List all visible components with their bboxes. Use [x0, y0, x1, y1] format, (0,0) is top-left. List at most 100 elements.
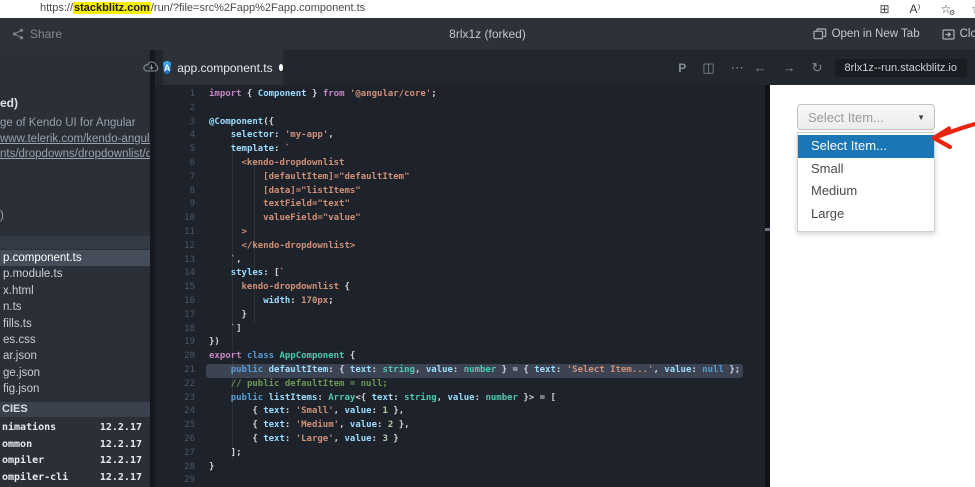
code-line[interactable]: 27 ];	[155, 447, 765, 461]
code-text: <kendo-dropdownlist	[209, 157, 344, 171]
dependency-item[interactable]: ompiler12.2.17	[0, 453, 150, 470]
indent-guide	[254, 157, 255, 323]
code-line[interactable]: 3@Component({	[155, 116, 765, 130]
code-line[interactable]: 14 styles: [`	[155, 267, 765, 281]
dropdown-option[interactable]: Medium	[798, 180, 934, 203]
code-line[interactable]: 23 public listItems: Array<{ text: strin…	[155, 392, 765, 406]
dropdown-selected-value: Select Item...	[798, 110, 917, 125]
code-line[interactable]: 16 width: 170px;	[155, 295, 765, 309]
dependency-name: nimations	[2, 420, 56, 437]
code-text: >	[209, 226, 247, 240]
line-number: 19	[155, 336, 209, 350]
code-line[interactable]: 17 }	[155, 309, 765, 323]
code-line[interactable]: 6 <kendo-dropdownlist	[155, 157, 765, 171]
code-line[interactable]: 4 selector: 'my-app',	[155, 129, 765, 143]
code-line[interactable]: 2	[155, 102, 765, 116]
line-number: 28	[155, 461, 209, 475]
dependency-item[interactable]: ompiler-cli12.2.17	[0, 470, 150, 487]
browser-address-bar[interactable]: https://stackblitz.com/run/?file=src%2Fa…	[0, 0, 975, 19]
close-button[interactable]: Close	[942, 28, 975, 40]
url-path: /run/?file=src%2Fapp%2Fapp.component.ts	[151, 2, 365, 14]
code-text: import { Component } from '@angular/core…	[209, 88, 437, 102]
split-editor-icon[interactable]: ◫	[702, 60, 714, 76]
indent-guide	[232, 129, 233, 460]
line-number: 22	[155, 378, 209, 392]
docs-link-line-1[interactable]: www.telerik.com/kendo-angular-	[0, 133, 155, 145]
stackblitz-header: Share 8rlx1z (forked) Open in New Tab Cl…	[0, 18, 975, 50]
edge-star-icon[interactable]: ☆	[971, 3, 975, 15]
code-line[interactable]: 7 [defaultItem]="defaultItem"	[155, 171, 765, 185]
code-line[interactable]: 1import { Component } from '@angular/cor…	[155, 88, 765, 102]
file-item[interactable]: x.html	[0, 283, 150, 299]
code-line[interactable]: 24 { text: 'Small', value: 1 },	[155, 405, 765, 419]
code-text: @Component({	[209, 116, 274, 130]
code-line[interactable]: 5 template: `	[155, 143, 765, 157]
dropdown-option[interactable]: Small	[798, 158, 934, 181]
file-item[interactable]: ar.json	[0, 348, 150, 364]
code-line[interactable]: 22 // public defaultItem = null;	[155, 378, 765, 392]
more-options-icon[interactable]: ⋯	[731, 60, 744, 76]
code-line[interactable]: 13 `,	[155, 254, 765, 268]
line-number: 7	[155, 171, 209, 185]
file-item[interactable]: fills.ts	[0, 316, 150, 332]
code-line[interactable]: 21 public defaultItem: { text: string, v…	[155, 364, 765, 378]
dependency-version: 12.2.17	[100, 437, 142, 454]
dependency-item[interactable]: ommon12.2.17	[0, 437, 150, 454]
line-number: 29	[155, 474, 209, 487]
cloud-download-icon[interactable]	[143, 60, 160, 73]
unsaved-indicator-dot	[279, 64, 283, 71]
code-line[interactable]: 8 [data]="listItems"	[155, 185, 765, 199]
files-section-header	[0, 236, 150, 249]
read-aloud-icon[interactable]: A⁾	[910, 3, 921, 15]
file-item[interactable]: n.ts	[0, 299, 150, 315]
url-highlighted-domain: stackblitz.com	[73, 2, 151, 14]
preview-refresh-icon[interactable]: ↻	[812, 60, 823, 76]
code-line[interactable]: 12 </kendo-dropdownlist>	[155, 240, 765, 254]
code-line[interactable]: 15 kendo-dropdownlist {	[155, 281, 765, 295]
url-prefix: https://	[40, 2, 73, 14]
code-line[interactable]: 29	[155, 474, 765, 487]
code-editor[interactable]: 1import { Component } from '@angular/cor…	[155, 85, 765, 487]
open-in-new-tab-button[interactable]: Open in New Tab	[813, 28, 920, 40]
dropdown-popup: Select Item...SmallMediumLarge	[797, 132, 935, 232]
code-line[interactable]: 19})	[155, 336, 765, 350]
code-line[interactable]: 20export class AppComponent {	[155, 350, 765, 364]
code-text: ];	[209, 447, 242, 461]
favorites-icon[interactable]: ☆⚙	[940, 3, 951, 15]
dropdown-option[interactable]: Large	[798, 203, 934, 226]
code-line[interactable]: 26 { text: 'Large', value: 3 }	[155, 433, 765, 447]
file-item[interactable]: es.css	[0, 332, 150, 348]
file-item[interactable]: ge.json	[0, 365, 150, 381]
dependency-version: 12.2.17	[100, 420, 142, 437]
file-item[interactable]: fig.json	[0, 381, 150, 397]
line-number: 6	[155, 157, 209, 171]
code-text: }	[209, 461, 214, 475]
tab-app-component-ts[interactable]: A app.component.ts	[163, 50, 283, 85]
dropdown-option-selected[interactable]: Select Item...	[798, 135, 934, 158]
split-screen-icon[interactable]: ⊞	[879, 3, 889, 15]
file-item[interactable]: p.component.ts	[0, 250, 150, 266]
page-url[interactable]: https://stackblitz.com/run/?file=src%2Fa…	[40, 2, 365, 14]
code-text: { text: 'Small', value: 1 },	[209, 405, 404, 419]
prettier-button[interactable]: P	[678, 61, 686, 75]
line-number: 16	[155, 295, 209, 309]
preview-forward-icon[interactable]: →	[783, 60, 796, 75]
line-number: 11	[155, 226, 209, 240]
code-text: public listItems: Array<{ text: string, …	[209, 392, 556, 406]
preview-back-icon[interactable]: ←	[754, 60, 767, 75]
code-line[interactable]: 10 valueField="value"	[155, 212, 765, 226]
file-item[interactable]: p.module.ts	[0, 266, 150, 282]
docs-link-line-2[interactable]: nts/dropdowns/dropdownlist/default-	[0, 148, 155, 160]
preview-url-pill[interactable]: 8rlx1z--run.stackblitz.io	[835, 59, 967, 77]
description-line: ge of Kendo UI for Angular	[0, 116, 148, 132]
code-line[interactable]: 18 `]	[155, 323, 765, 337]
code-line[interactable]: 11 >	[155, 226, 765, 240]
code-line[interactable]: 9 textField="text"	[155, 198, 765, 212]
code-line[interactable]: 28}	[155, 461, 765, 475]
browser-window: https://stackblitz.com/run/?file=src%2Fa…	[0, 0, 975, 487]
dependency-item[interactable]: nimations 12.2.17	[0, 420, 150, 437]
code-line[interactable]: 25 { text: 'Medium', value: 2 },	[155, 419, 765, 433]
file-list: p.component.tsp.module.tsx.htmln.tsfills…	[0, 250, 150, 398]
line-number: 12	[155, 240, 209, 254]
kendo-dropdownlist[interactable]: Select Item... ▼	[797, 104, 935, 130]
